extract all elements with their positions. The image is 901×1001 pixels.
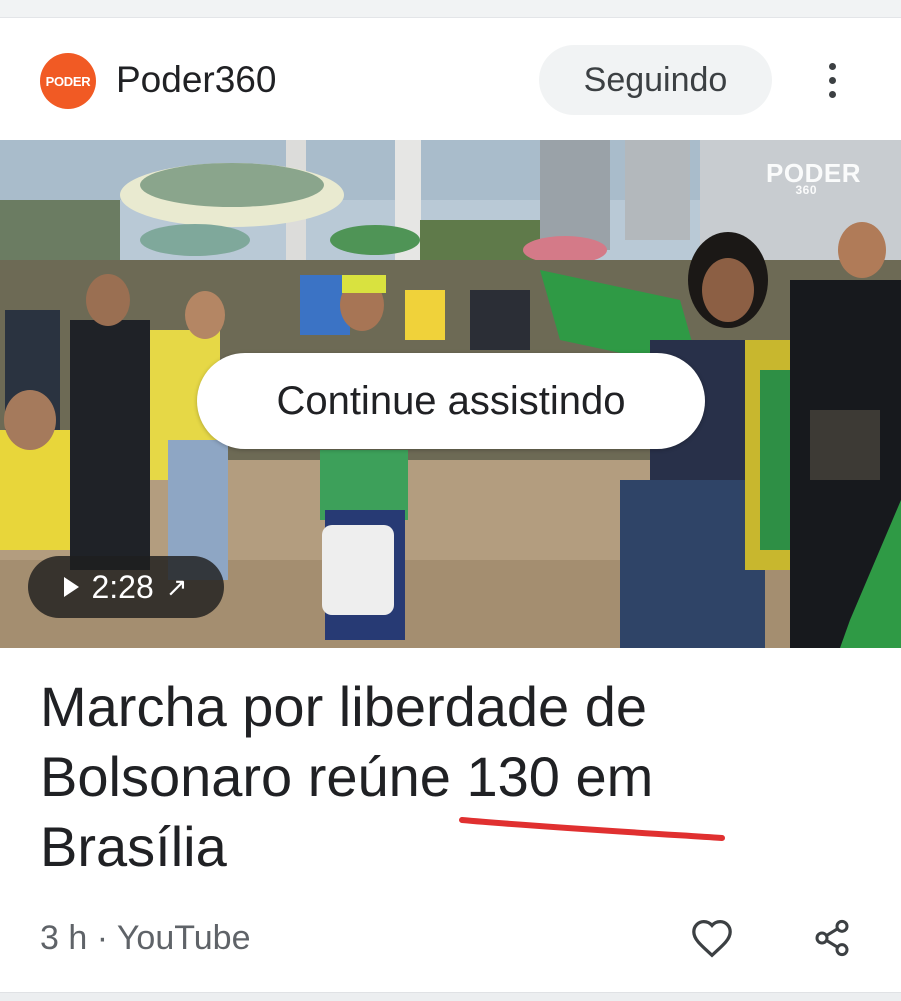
continue-watching-button[interactable]: Continue assistindo [197,353,705,449]
duration-badge[interactable]: 2:28 ↗ [28,556,224,618]
headline-line-1: Marcha por liberdade de [40,675,648,738]
heart-svg [692,919,732,958]
headline-highlight: 130 em [466,745,654,808]
share-svg [815,919,849,957]
headline-line-3: Brasília [40,815,227,878]
top-divider [0,0,901,18]
article-meta: 3 h · YouTube [40,919,251,957]
headline-line-2: Bolsonaro reúne 130 em [40,742,860,812]
publisher-logo-text: PODER [45,73,91,89]
duration-text: 2:28 [91,568,154,605]
heart-outline-icon[interactable] [686,912,738,964]
red-underline-annotation [459,817,725,841]
publisher-logo[interactable]: PODER [40,53,96,109]
following-button[interactable]: Seguindo [539,45,772,115]
video-watermark: PODER 360 [766,158,861,197]
share-icon[interactable] [806,912,858,964]
headline-line-2-start: Bolsonaro reúne [40,745,467,808]
video-thumbnail[interactable]: PODER 360 Continue assistindo 2:28 ↗ [0,140,901,648]
article-headline[interactable]: Marcha por liberdade de Bolsonaro reúne … [40,672,860,882]
more-vert-icon[interactable] [812,58,852,102]
play-icon [64,577,80,597]
card-header: PODER Poder360 Seguindo [0,18,901,140]
open-external-icon: ↗ [165,571,188,602]
publisher-name[interactable]: Poder360 [116,56,276,104]
